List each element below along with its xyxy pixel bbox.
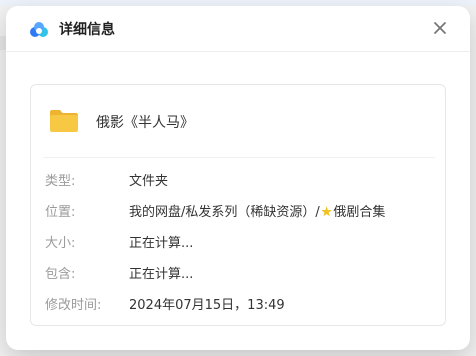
location-value: 我的网盘/私发系列（稀缺资源）/★俄剧合集 (129, 201, 385, 220)
detail-row-contains: 包含: 正在计算... (45, 258, 445, 289)
detail-label: 包含: (45, 267, 76, 282)
detail-row-location: 位置: 我的网盘/私发系列（稀缺资源）/★俄剧合集 (45, 196, 445, 227)
folder-name: 俄影《半人马》 (96, 115, 194, 131)
detail-label: 位置: (45, 205, 76, 220)
location-folder: 俄剧合集 (333, 205, 386, 220)
folder-icon (50, 110, 78, 132)
detail-label: 修改时间: (45, 298, 102, 313)
detail-label: 大小: (45, 236, 76, 251)
cloud-logo-icon (30, 22, 48, 37)
dialog-header: 详细信息 (6, 6, 470, 52)
details-card: 俄影《半人马》 类型: 文件夹 位置: 我的网盘/私发系列（稀缺资源）/★俄剧合… (30, 84, 446, 326)
location-path: 我的网盘/私发系列（稀缺资源）/ (129, 205, 320, 220)
dialog-title: 详细信息 (59, 22, 115, 38)
details-list: 类型: 文件夹 位置: 我的网盘/私发系列（稀缺资源）/★俄剧合集 大小: 正在… (45, 165, 445, 320)
detail-value: 文件夹 (129, 174, 169, 189)
detail-value: 正在计算... (129, 236, 194, 251)
detail-value: 正在计算... (129, 267, 194, 282)
detail-row-modified: 修改时间: 2024年07月15日，13:49 (45, 289, 445, 320)
detail-row-size: 大小: 正在计算... (45, 227, 445, 258)
detail-value: 2024年07月15日，13:49 (129, 298, 285, 313)
star-icon: ★ (320, 205, 333, 220)
detail-row-type: 类型: 文件夹 (45, 165, 445, 196)
divider (43, 157, 435, 158)
detail-label: 类型: (45, 174, 76, 189)
details-dialog: 详细信息 俄影《半人马》 类型: 文件夹 位置: 我的网盘/私发系列（稀缺资源）… (6, 6, 470, 350)
close-icon[interactable] (432, 20, 448, 36)
